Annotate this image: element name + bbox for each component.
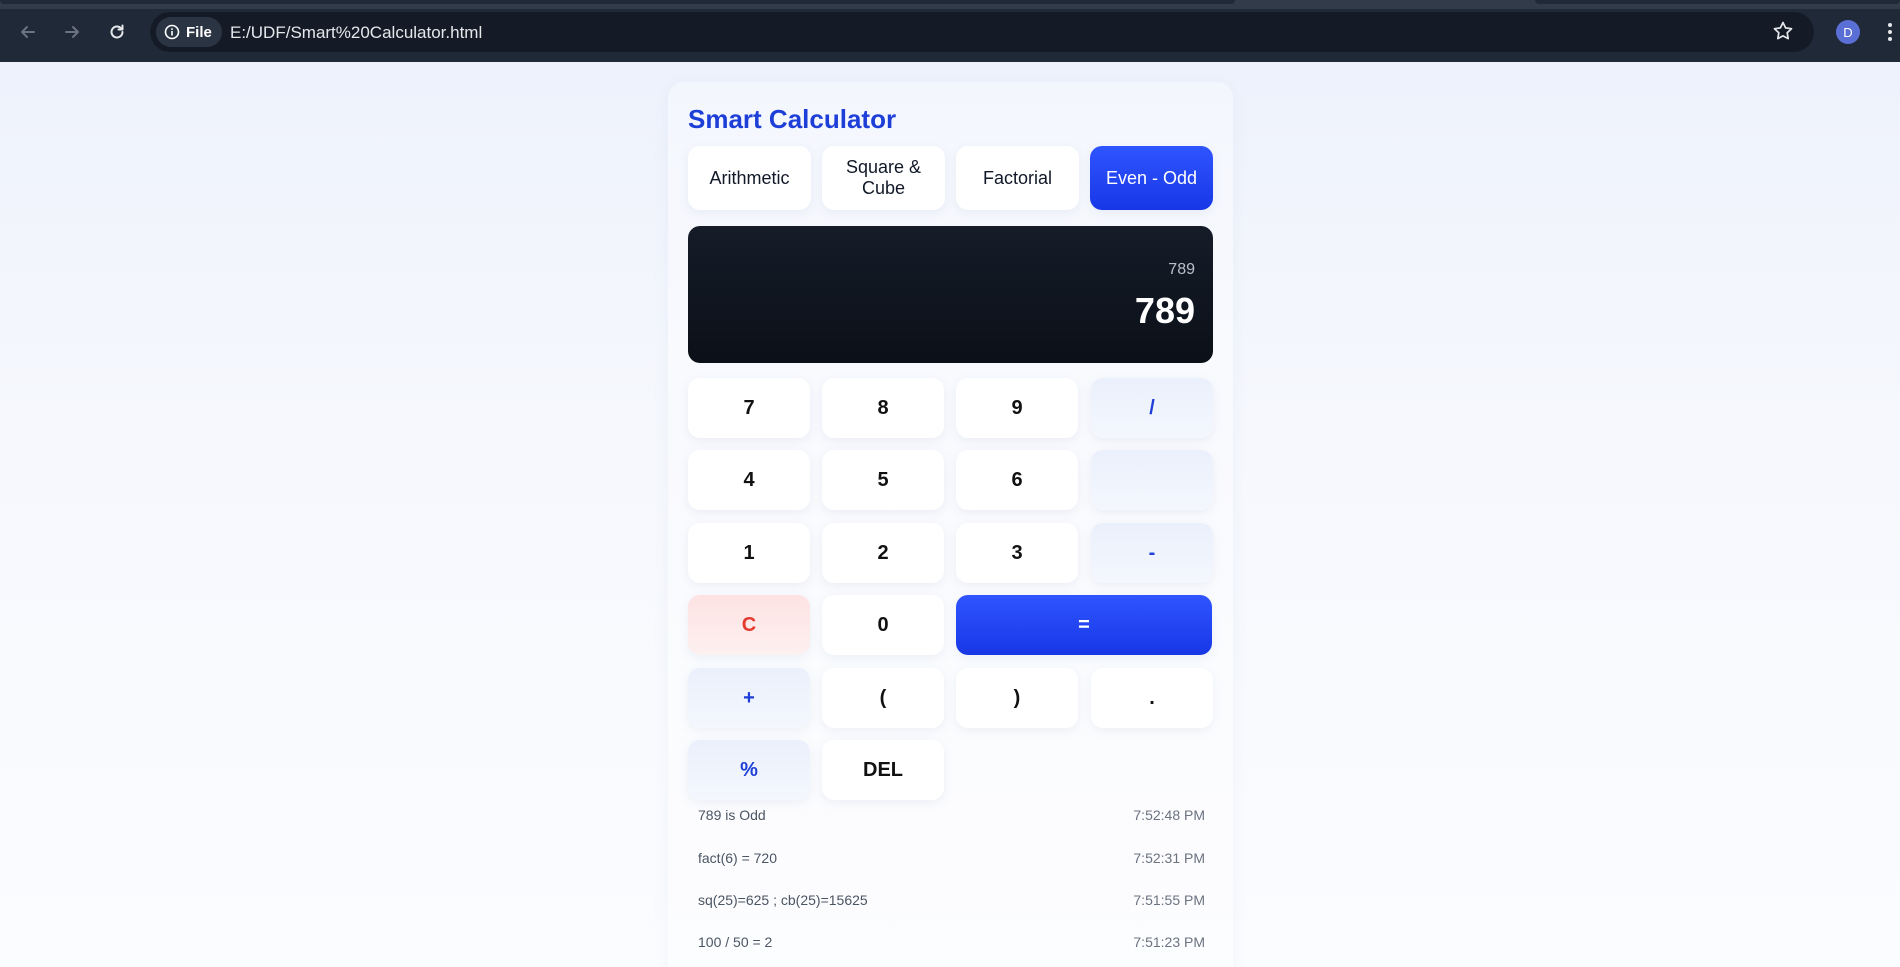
- history-entry-text: sq(25)=625 ; cb(25)=15625: [698, 892, 868, 908]
- profile-avatar[interactable]: D: [1836, 20, 1860, 44]
- mode-tabs: Arithmetic Square & Cube Factorial Even …: [688, 146, 1213, 210]
- key-0[interactable]: 0: [822, 595, 944, 655]
- history-item[interactable]: 100 / 50 = 2 7:51:23 PM: [698, 934, 1205, 954]
- mode-tab-factorial[interactable]: Factorial: [956, 146, 1079, 210]
- key-1[interactable]: 1: [688, 523, 810, 583]
- tab-strip: [0, 0, 1900, 9]
- star-icon: [1773, 21, 1793, 40]
- key-equals[interactable]: =: [956, 595, 1212, 655]
- history-entry-time: 7:52:48 PM: [1133, 807, 1205, 823]
- browser-menu-button[interactable]: [1886, 20, 1894, 44]
- calculator-display: 789 789: [688, 226, 1213, 363]
- display-expression: 789: [1168, 261, 1195, 278]
- key-delete[interactable]: DEL: [822, 740, 944, 800]
- history-entry-text: 100 / 50 = 2: [698, 934, 773, 950]
- key-decimal[interactable]: .: [1091, 668, 1213, 728]
- mode-tab-even-odd[interactable]: Even - Odd: [1090, 146, 1213, 210]
- app-title: Smart Calculator: [688, 104, 897, 134]
- key-multiply[interactable]: [1091, 450, 1213, 510]
- key-6[interactable]: 6: [956, 450, 1078, 510]
- history-item[interactable]: 789 is Odd 7:52:48 PM: [698, 807, 1205, 827]
- history-item[interactable]: sq(25)=625 ; cb(25)=15625 7:51:55 PM: [698, 892, 1205, 912]
- forward-button[interactable]: [58, 18, 86, 46]
- inactive-tab-edge[interactable]: [1535, 0, 1900, 4]
- address-bar[interactable]: File E:/UDF/Smart%20Calculator.html: [150, 12, 1814, 52]
- mode-tab-arithmetic[interactable]: Arithmetic: [688, 146, 811, 210]
- reload-icon: [110, 24, 124, 39]
- history-item[interactable]: fact(6) = 720 7:52:31 PM: [698, 850, 1205, 870]
- key-5[interactable]: 5: [822, 450, 944, 510]
- url-text[interactable]: E:/UDF/Smart%20Calculator.html: [230, 23, 482, 43]
- history-entry-time: 7:52:31 PM: [1133, 850, 1205, 866]
- key-9[interactable]: 9: [956, 378, 1078, 438]
- key-minus[interactable]: -: [1091, 523, 1213, 583]
- site-chip-label: File: [186, 23, 212, 41]
- key-plus[interactable]: +: [688, 668, 810, 728]
- bookmark-button[interactable]: [1772, 20, 1796, 44]
- browser-toolbar: File E:/UDF/Smart%20Calculator.html D: [0, 0, 1900, 62]
- key-clear[interactable]: C: [688, 595, 810, 655]
- key-open-paren[interactable]: (: [822, 668, 944, 728]
- calculator-card: Smart Calculator Arithmetic Square & Cub…: [668, 82, 1233, 967]
- back-button[interactable]: [14, 18, 42, 46]
- key-2[interactable]: 2: [822, 523, 944, 583]
- mode-tab-square-cube[interactable]: Square & Cube: [822, 146, 945, 210]
- key-percent[interactable]: %: [688, 740, 810, 800]
- history-entry-time: 7:51:55 PM: [1133, 892, 1205, 908]
- site-info-chip[interactable]: File: [156, 17, 222, 47]
- key-close-paren[interactable]: ): [956, 668, 1078, 728]
- key-8[interactable]: 8: [822, 378, 944, 438]
- history-entry-text: fact(6) = 720: [698, 850, 777, 866]
- key-4[interactable]: 4: [688, 450, 810, 510]
- keypad: 7 8 9 / 4 5 6 1 2 3 - C 0 = + ( ) . % DE…: [688, 378, 1213, 800]
- page-body: Smart Calculator Arithmetic Square & Cub…: [0, 62, 1900, 967]
- key-7[interactable]: 7: [688, 378, 810, 438]
- key-divide[interactable]: /: [1091, 378, 1213, 438]
- display-result: 789: [1134, 290, 1195, 331]
- arrow-right-icon: [65, 26, 79, 38]
- history-entry-text: 789 is Odd: [698, 807, 766, 823]
- history-entry-time: 7:51:23 PM: [1133, 934, 1205, 950]
- info-icon: [164, 24, 180, 40]
- more-vertical-icon: [1888, 23, 1892, 41]
- reload-button[interactable]: [103, 18, 131, 46]
- active-tab-edge[interactable]: [0, 0, 1235, 4]
- key-3[interactable]: 3: [956, 523, 1078, 583]
- arrow-left-icon: [21, 26, 35, 38]
